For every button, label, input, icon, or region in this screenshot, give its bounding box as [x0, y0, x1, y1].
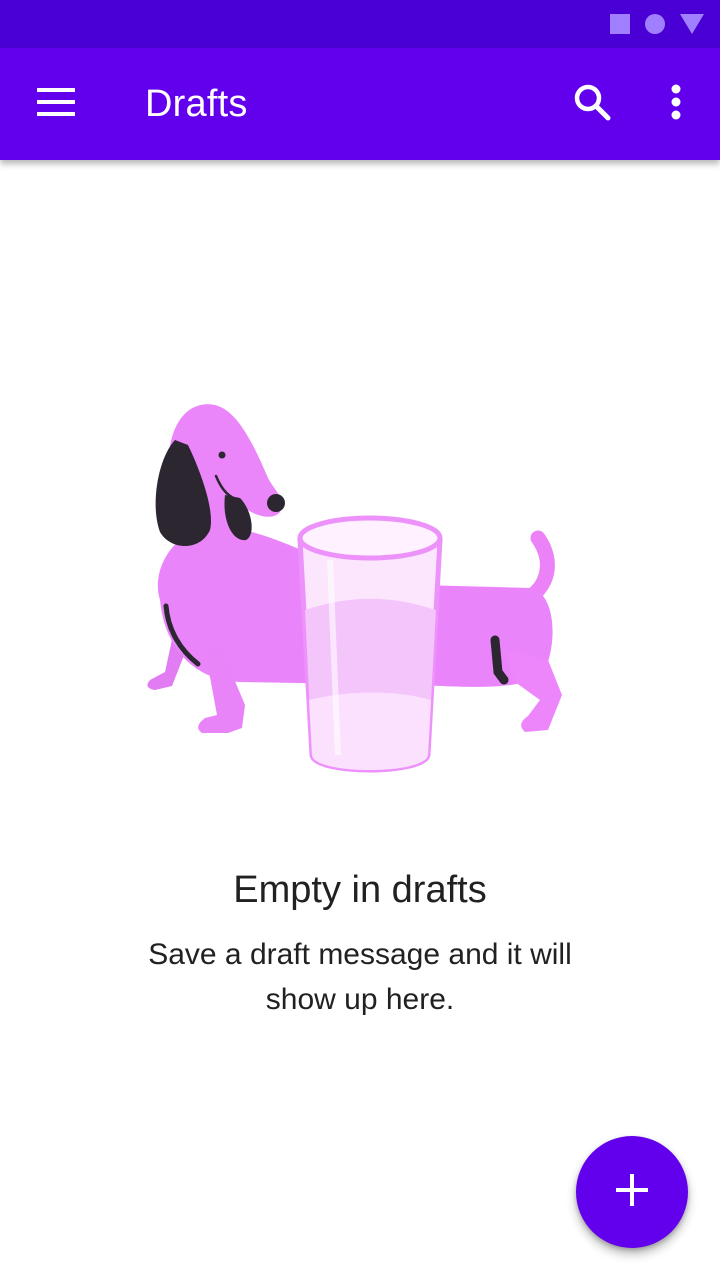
- add-icon: [616, 1173, 648, 1211]
- search-icon: [573, 83, 611, 126]
- compose-fab[interactable]: [576, 1136, 688, 1248]
- page-title: Drafts: [145, 83, 248, 125]
- status-bar: [0, 0, 720, 48]
- triangle-icon: [680, 13, 704, 40]
- menu-icon: [37, 87, 75, 121]
- square-icon: [610, 14, 630, 39]
- content-area: Empty in drafts Save a draft message and…: [0, 160, 720, 1280]
- top-app-bar: Drafts: [0, 48, 720, 160]
- empty-state-title: Empty in drafts: [233, 869, 487, 911]
- search-button[interactable]: [560, 72, 624, 136]
- circle-icon: [644, 13, 666, 40]
- status-icons: [610, 13, 704, 40]
- more-options-button[interactable]: [646, 72, 706, 136]
- menu-button[interactable]: [22, 72, 90, 136]
- more-vert-icon: [671, 84, 681, 125]
- empty-state-message: Save a draft message and it will show up…: [148, 938, 572, 1016]
